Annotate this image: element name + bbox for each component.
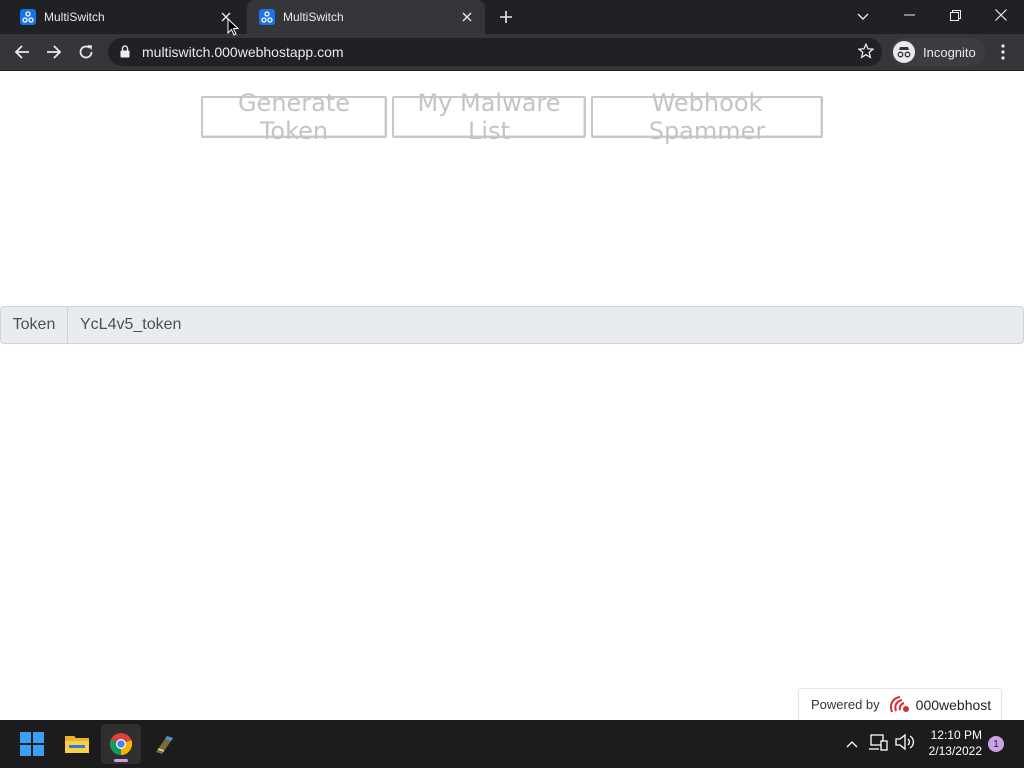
- app-icon: [156, 736, 173, 754]
- page-content: Generate Token My Malware List Webhook S…: [0, 71, 1024, 720]
- address-bar[interactable]: multiswitch.000webhostapp.com: [108, 38, 882, 66]
- tab-close-icon[interactable]: [457, 7, 477, 27]
- clock-time: 12:10 PM: [930, 728, 982, 742]
- active-app-indicator: [114, 759, 128, 762]
- start-button[interactable]: [12, 724, 52, 764]
- notification-badge[interactable]: 1: [988, 736, 1004, 752]
- chrome-taskbar-button[interactable]: [101, 724, 141, 764]
- malware-list-button[interactable]: My Malware List: [392, 89, 586, 145]
- minimize-icon: [903, 14, 915, 16]
- back-button[interactable]: [9, 39, 35, 65]
- close-icon: [995, 9, 1007, 21]
- 000webhost-logo-icon: [888, 695, 912, 715]
- powered-by-text: Powered by: [811, 697, 880, 712]
- tab-title: MultiSwitch: [44, 10, 105, 24]
- pinned-app-button[interactable]: [145, 724, 185, 764]
- folder-icon: [65, 736, 89, 753]
- close-window-button[interactable]: [978, 0, 1024, 30]
- token-label: Token: [1, 307, 68, 343]
- restore-icon: [949, 9, 961, 21]
- multiswitch-favicon-icon: [259, 9, 275, 25]
- incognito-icon: [893, 41, 915, 63]
- tab-multiswitch-2[interactable]: MultiSwitch: [247, 0, 485, 34]
- arrow-left-icon: [14, 45, 29, 59]
- tray-overflow-button[interactable]: [843, 734, 861, 754]
- system-clock[interactable]: 12:10 PM 2/13/2022: [920, 727, 982, 759]
- more-vertical-icon: [1001, 44, 1005, 60]
- browser-menu-button[interactable]: [993, 40, 1013, 64]
- bookmark-star-icon[interactable]: [858, 43, 874, 59]
- network-icon[interactable]: [868, 732, 888, 752]
- taskbar: 12:10 PM 2/13/2022 1: [0, 720, 1024, 768]
- webhook-spammer-button[interactable]: Webhook Spammer: [591, 89, 823, 145]
- plus-icon: [500, 11, 512, 23]
- token-input-group: Token YcL4v5_token: [0, 306, 1024, 344]
- multiswitch-favicon-icon: [20, 9, 36, 25]
- reload-icon: [79, 45, 93, 59]
- mouse-cursor-icon: [227, 18, 239, 36]
- windows-logo-icon: [20, 732, 44, 756]
- incognito-indicator[interactable]: Incognito: [891, 38, 985, 66]
- tab-title: MultiSwitch: [283, 10, 344, 24]
- tab-strip: MultiSwitch MultiSwitch: [0, 0, 1024, 34]
- forward-button[interactable]: [41, 39, 67, 65]
- file-explorer-button[interactable]: [57, 724, 97, 764]
- browser-toolbar: multiswitch.000webhostapp.com Incognito: [0, 34, 1024, 71]
- token-field[interactable]: YcL4v5_token: [68, 307, 1023, 343]
- chevron-down-icon: [857, 13, 869, 20]
- minimize-button[interactable]: [886, 0, 932, 30]
- brand-name: 000webhost: [915, 696, 992, 713]
- lock-icon: [120, 45, 130, 58]
- clock-date: 2/13/2022: [928, 744, 982, 758]
- tab-search-button[interactable]: [852, 6, 874, 28]
- powered-by-badge[interactable]: Powered by 000webhost: [798, 688, 1002, 720]
- chrome-icon: [109, 733, 133, 755]
- volume-icon[interactable]: [894, 732, 914, 752]
- new-tab-button[interactable]: [494, 6, 518, 28]
- incognito-label: Incognito: [923, 44, 976, 60]
- generate-token-button[interactable]: Generate Token: [201, 89, 387, 145]
- tab-multiswitch-1[interactable]: MultiSwitch: [8, 0, 244, 34]
- reload-button[interactable]: [73, 39, 99, 65]
- url-text[interactable]: multiswitch.000webhostapp.com: [142, 44, 344, 60]
- action-button-row: Generate Token My Malware List Webhook S…: [0, 89, 1024, 145]
- arrow-right-icon: [47, 45, 62, 59]
- restore-button[interactable]: [932, 0, 978, 30]
- chevron-up-icon: [846, 741, 858, 748]
